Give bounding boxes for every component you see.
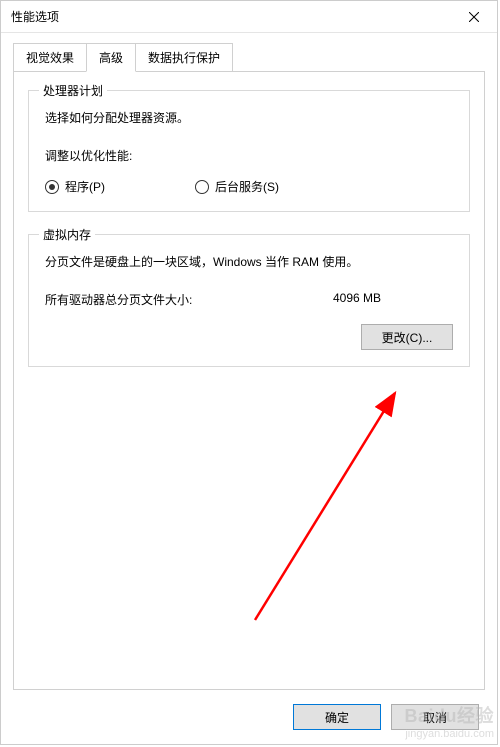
- vm-size-label: 所有驱动器总分页文件大小:: [45, 291, 333, 308]
- processor-group-title: 处理器计划: [39, 82, 107, 99]
- change-button[interactable]: 更改(C)...: [361, 324, 453, 350]
- vm-size-value: 4096 MB: [333, 291, 453, 308]
- cancel-button[interactable]: 取消: [391, 704, 479, 730]
- tab-strip: 视觉效果 高级 数据执行保护: [13, 43, 485, 72]
- tab-advanced[interactable]: 高级: [86, 43, 136, 72]
- tab-visual-effects[interactable]: 视觉效果: [13, 43, 87, 72]
- window-title: 性能选项: [11, 8, 451, 25]
- radio-background-services[interactable]: 后台服务(S): [195, 178, 279, 195]
- ok-button[interactable]: 确定: [293, 704, 381, 730]
- vm-group-title: 虚拟内存: [39, 226, 95, 243]
- close-icon: [469, 12, 479, 22]
- radio-background-label: 后台服务(S): [215, 178, 279, 195]
- dialog-footer: 确定 取消: [1, 690, 497, 744]
- radio-programs-label: 程序(P): [65, 178, 105, 195]
- virtual-memory-group: 虚拟内存 分页文件是硬盘上的一块区域，Windows 当作 RAM 使用。 所有…: [28, 234, 470, 367]
- processor-scheduling-group: 处理器计划 选择如何分配处理器资源。 调整以优化性能: 程序(P) 后台服务(S…: [28, 90, 470, 212]
- performance-options-window: 性能选项 视觉效果 高级 数据执行保护 处理器计划 选择如何分配处理器资源。 调…: [0, 0, 498, 745]
- optimize-label: 调整以优化性能:: [45, 147, 453, 164]
- vm-size-row: 所有驱动器总分页文件大小: 4096 MB: [45, 291, 453, 308]
- content-area: 视觉效果 高级 数据执行保护 处理器计划 选择如何分配处理器资源。 调整以优化性…: [1, 33, 497, 690]
- close-button[interactable]: [451, 1, 497, 33]
- radio-icon: [195, 180, 209, 194]
- titlebar: 性能选项: [1, 1, 497, 33]
- processor-desc: 选择如何分配处理器资源。: [45, 109, 453, 127]
- radio-row: 程序(P) 后台服务(S): [45, 178, 453, 195]
- radio-icon: [45, 180, 59, 194]
- vm-desc: 分页文件是硬盘上的一块区域，Windows 当作 RAM 使用。: [45, 253, 453, 271]
- radio-programs[interactable]: 程序(P): [45, 178, 105, 195]
- tab-panel-advanced: 处理器计划 选择如何分配处理器资源。 调整以优化性能: 程序(P) 后台服务(S…: [13, 71, 485, 690]
- tab-dep[interactable]: 数据执行保护: [135, 43, 233, 72]
- vm-button-row: 更改(C)...: [45, 324, 453, 350]
